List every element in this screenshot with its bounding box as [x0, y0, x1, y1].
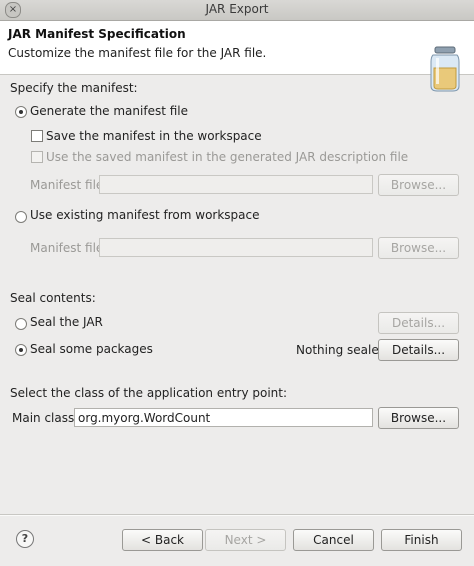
existing-manifest-file-input[interactable] — [100, 239, 372, 256]
seal-packages-radio[interactable] — [15, 344, 27, 356]
save-manifest-label[interactable]: Save the manifest in the workspace — [46, 129, 262, 143]
specify-manifest-label: Specify the manifest: — [10, 81, 138, 95]
generate-manifest-label[interactable]: Generate the manifest file — [30, 104, 188, 118]
existing-manifest-browse-button[interactable]: Browse... — [378, 237, 459, 259]
wizard-header: JAR Manifest Specification Customize the… — [0, 21, 474, 92]
main-class-label: Main class: — [12, 411, 79, 425]
manifest-file-label: Manifest file: — [30, 178, 108, 192]
seal-jar-radio[interactable] — [15, 318, 27, 330]
manifest-file-input[interactable] — [100, 176, 372, 193]
manifest-file-field[interactable] — [99, 175, 373, 194]
use-saved-manifest-checkbox[interactable] — [31, 151, 43, 163]
main-class-browse-button[interactable]: Browse... — [378, 407, 459, 429]
use-existing-manifest-radio[interactable] — [15, 211, 27, 223]
cancel-button[interactable]: Cancel — [293, 529, 374, 551]
seal-jar-label[interactable]: Seal the JAR — [30, 315, 103, 329]
title-bar: × JAR Export — [0, 0, 474, 21]
main-class-input[interactable] — [75, 409, 372, 426]
main-class-field[interactable] — [74, 408, 373, 427]
existing-manifest-file-label: Manifest file: — [30, 241, 108, 255]
jar-icon — [430, 46, 460, 92]
footer-separator — [0, 514, 474, 516]
manifest-browse-button[interactable]: Browse... — [378, 174, 459, 196]
seal-jar-details-button[interactable]: Details... — [378, 312, 459, 334]
finish-button[interactable]: Finish — [381, 529, 462, 551]
seal-status-text: Nothing sealed — [296, 343, 387, 357]
help-icon[interactable]: ? — [16, 530, 34, 548]
wizard-page-title: JAR Manifest Specification — [8, 27, 186, 41]
generate-manifest-radio[interactable] — [15, 106, 27, 118]
use-existing-manifest-label[interactable]: Use existing manifest from workspace — [30, 208, 260, 222]
seal-packages-details-button[interactable]: Details... — [378, 339, 459, 361]
existing-manifest-file-field[interactable] — [99, 238, 373, 257]
use-saved-manifest-label: Use the saved manifest in the generated … — [46, 150, 409, 164]
window-title: JAR Export — [205, 2, 269, 16]
seal-contents-label: Seal contents: — [10, 291, 96, 305]
entry-point-label: Select the class of the application entr… — [10, 386, 288, 400]
save-manifest-checkbox[interactable] — [31, 130, 43, 142]
seal-packages-label[interactable]: Seal some packages — [30, 342, 153, 356]
next-button[interactable]: Next > — [205, 529, 286, 551]
back-button[interactable]: < Back — [122, 529, 203, 551]
wizard-page-description: Customize the manifest file for the JAR … — [8, 46, 267, 60]
